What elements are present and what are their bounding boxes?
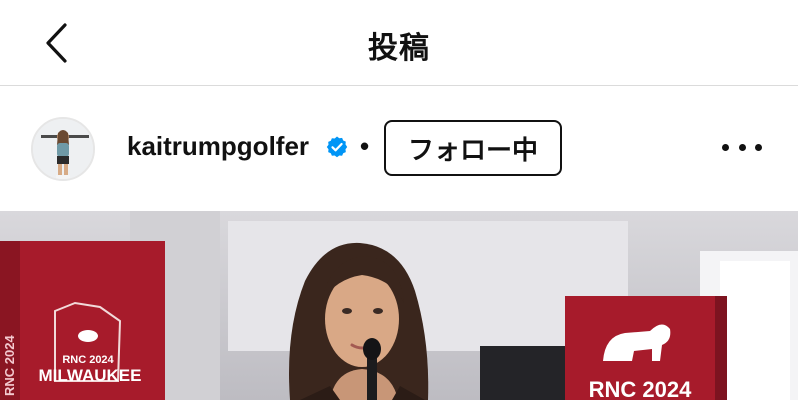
more-horizontal-icon <box>755 143 762 151</box>
post-image[interactable]: RNC 2024 MILWAUKEE RNC 2024 RNC 2024 <box>0 211 798 400</box>
right-sign-text: RNC 2024 <box>589 377 692 400</box>
more-options-button[interactable] <box>722 132 762 162</box>
right-rnc-sign: RNC 2024 <box>565 296 727 400</box>
page-title: 投稿 <box>368 31 430 66</box>
top-navigation-bar: 投稿 <box>0 0 798 86</box>
username-link[interactable]: kaitrumpgolfer <box>127 131 309 162</box>
avatar[interactable] <box>31 117 95 181</box>
left-sign-side: RNC 2024 <box>2 335 17 396</box>
following-button[interactable]: フォロー中 <box>384 120 562 176</box>
post-photo: RNC 2024 MILWAUKEE RNC 2024 RNC 2024 <box>0 211 798 400</box>
avatar-image <box>33 119 93 179</box>
left-sign-line2: MILWAUKEE <box>39 366 142 385</box>
post-header: kaitrumpgolfer • フォロー中 <box>0 87 798 211</box>
verified-badge-icon <box>326 136 348 158</box>
left-rnc-sign: RNC 2024 MILWAUKEE RNC 2024 <box>0 241 165 400</box>
left-sign-line1: RNC 2024 <box>62 354 114 366</box>
more-horizontal-icon <box>738 143 746 151</box>
separator-dot: • <box>360 131 370 161</box>
more-horizontal-icon <box>722 143 729 151</box>
